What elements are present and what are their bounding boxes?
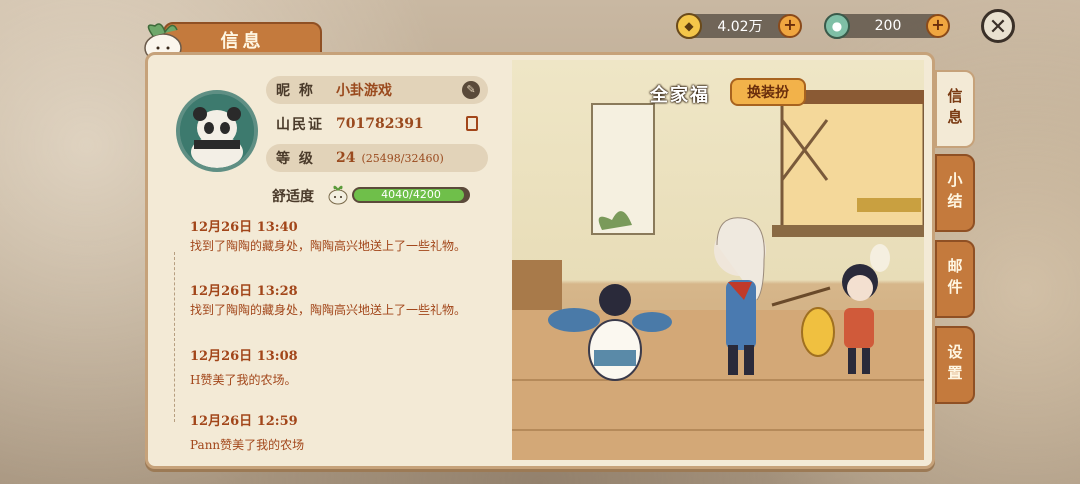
gold-currency: ◆ 4.02万 +: [676, 13, 802, 39]
avatar[interactable]: [176, 90, 258, 172]
log-time: 12月26日 13:28: [190, 284, 298, 299]
nickname-label: 昵 称: [276, 83, 315, 99]
log-text: 找到了陶陶的藏身处，陶陶高兴地送上了一些礼物。: [190, 239, 467, 253]
close-button[interactable]: ✕: [981, 9, 1015, 43]
gold-amount: 4.02万: [717, 19, 763, 35]
change-outfit-button[interactable]: 换装扮: [730, 78, 806, 106]
tab-mail[interactable]: 邮件: [935, 240, 975, 318]
level-label: 等 级: [276, 151, 315, 167]
comfort-value: 4040/4200: [381, 188, 441, 201]
log-timeline: [174, 252, 175, 422]
log-entry: 12月26日 13:28 找到了陶陶的藏身处，陶陶高兴地送上了一些礼物。: [190, 280, 490, 319]
scene-title: 全家福: [650, 85, 710, 106]
comfort-label: 舒适度: [272, 189, 314, 205]
add-coin-button[interactable]: +: [926, 14, 950, 38]
coin-currency: ● 200 +: [824, 13, 950, 39]
log-time: 12月26日 12:59: [190, 414, 298, 429]
panda-avatar-icon: [180, 94, 254, 168]
coin-icon: ●: [824, 13, 850, 39]
nickname-value: 小卦游戏: [336, 83, 392, 99]
id-label: 山民证: [276, 117, 324, 133]
log-entry: 12月26日 13:08 H赞美了我的农场。: [190, 345, 490, 389]
log-entry: 12月26日 12:59 Pann赞美了我的农场: [190, 410, 490, 452]
tab-summary[interactable]: 小结: [935, 154, 975, 232]
nickname-field: 昵 称 小卦游戏 ✎: [266, 76, 488, 104]
gold-icon: ◆: [676, 13, 702, 39]
log-text: 找到了陶陶的藏身处，陶陶高兴地送上了一些礼物。: [190, 303, 467, 317]
log-time: 12月26日 13:08: [190, 349, 298, 364]
id-value: 701782391: [336, 116, 424, 132]
family-photo-scene: [512, 60, 924, 460]
edit-nickname-icon[interactable]: ✎: [462, 81, 480, 99]
coin-amount: 200: [874, 18, 902, 34]
activity-log[interactable]: 12月26日 13:40 找到了陶陶的藏身处，陶陶高兴地送上了一些礼物。 12月…: [150, 212, 510, 452]
log-entry: 12月26日 13:40 找到了陶陶的藏身处，陶陶高兴地送上了一些礼物。: [190, 216, 490, 255]
family-illustration: [512, 90, 924, 460]
tab-info[interactable]: 信息: [935, 70, 975, 148]
tab-settings[interactable]: 设置: [935, 326, 975, 404]
comfort-progress-bar: 4040/4200: [352, 187, 470, 203]
sprout-icon: [328, 185, 348, 205]
level-exp: (25498/32460): [361, 151, 444, 165]
level-field: 等 级 24 (25498/32460): [266, 144, 488, 172]
level-value: 24: [336, 150, 356, 166]
copy-id-icon[interactable]: [466, 116, 478, 131]
log-text: Pann赞美了我的农场: [190, 438, 305, 452]
log-time: 12月26日 13:40: [190, 220, 298, 235]
add-gold-button[interactable]: +: [778, 14, 802, 38]
log-text: H赞美了我的农场。: [190, 373, 297, 387]
id-field: 山民证 701782391: [266, 110, 488, 138]
